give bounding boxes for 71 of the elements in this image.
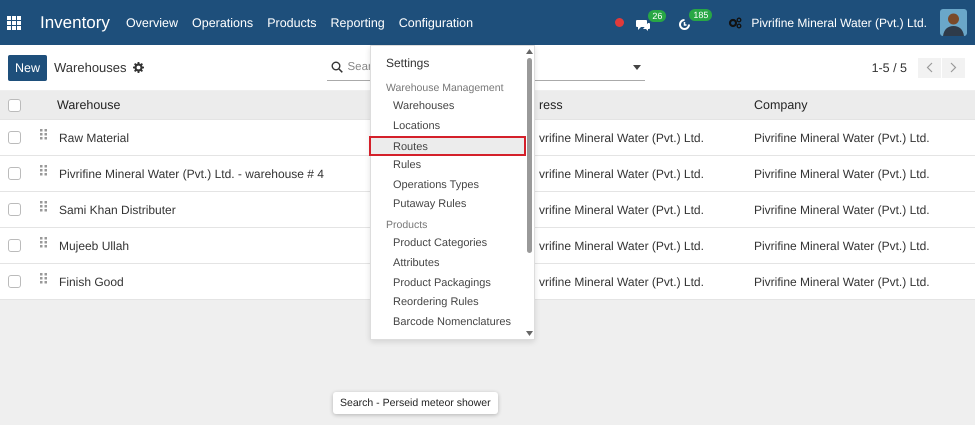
company-switcher[interactable]: Pivrifine Mineral Water (Pvt.) Ltd. <box>751 16 927 30</box>
nav-menu-item[interactable]: Reporting <box>330 16 385 30</box>
scroll-up-icon[interactable] <box>526 49 532 54</box>
menu-section-header: Products <box>385 218 428 234</box>
search-icon <box>330 61 343 73</box>
message-count-badge: 26 <box>648 10 666 22</box>
table-cell-text: Pivrifine Mineral Water (Pvt.) Ltd. <box>753 130 931 144</box>
table-cell: Pivrifine Mineral Water (Pvt.) Ltd. - warehouse # 4 <box>59 166 324 180</box>
drag-handle-icon[interactable] <box>40 201 47 212</box>
menu-item[interactable]: Routes <box>369 136 526 156</box>
pager-value[interactable]: 1-5 / 5 <box>872 60 907 74</box>
new-button[interactable]: New <box>8 54 48 80</box>
table-cell-text: vrifine Mineral Water (Pvt.) Ltd. <box>539 238 705 252</box>
column-header[interactable]: ress <box>539 98 563 112</box>
table-cell-text: Pivrifine Mineral Water (Pvt.) Ltd. <box>753 238 931 252</box>
column-header[interactable]: Warehouse <box>57 98 120 112</box>
caret-icon[interactable] <box>632 64 641 70</box>
menu-item[interactable]: Putaway Rules <box>371 195 524 216</box>
nav-menu-item[interactable]: Overview <box>126 16 178 30</box>
table-cell-text: vrifine Mineral Water (Pvt.) Ltd. <box>539 130 705 144</box>
nav-menu-item[interactable]: Operations <box>192 16 254 30</box>
menu-item[interactable]: Product Categories <box>371 234 524 254</box>
menu-item[interactable]: Locations <box>371 116 524 136</box>
table-cell: Raw Material <box>59 130 130 144</box>
tooltip: Search - Perseid meteor shower <box>333 392 498 414</box>
gears-icon[interactable] <box>728 16 742 28</box>
menu-section-header: Warehouse Management <box>385 81 505 96</box>
menu-item[interactable]: Attributes <box>371 254 524 274</box>
drag-handle-icon[interactable] <box>40 237 47 248</box>
table-cell: Mujeeb Ullah <box>59 238 130 252</box>
table-cell: Finish Good <box>59 274 124 288</box>
breadcrumb-title: Warehouses <box>54 60 127 75</box>
drag-handle-icon[interactable] <box>40 165 47 176</box>
chat-icon[interactable] <box>636 18 650 30</box>
chevron-left-icon <box>926 62 933 73</box>
row-checkbox[interactable] <box>8 239 21 252</box>
app-name[interactable]: Inventory <box>40 12 110 32</box>
row-checkbox[interactable] <box>8 131 21 144</box>
table-cell-text: Pivrifine Mineral Water (Pvt.) Ltd. <box>753 166 931 180</box>
row-checkbox[interactable] <box>8 203 21 216</box>
chevron-right-icon <box>950 62 957 73</box>
activity-count-badge: 185 <box>689 9 712 21</box>
status-dot-icon[interactable] <box>615 18 624 27</box>
scroll-down-icon[interactable] <box>526 331 532 336</box>
table-cell-text: Pivrifine Mineral Water (Pvt.) Ltd. <box>753 202 931 216</box>
select-all-checkbox[interactable] <box>8 98 21 112</box>
table-cell-text: vrifine Mineral Water (Pvt.) Ltd. <box>539 274 705 288</box>
drag-handle-icon[interactable] <box>40 273 47 284</box>
row-checkbox[interactable] <box>8 167 21 180</box>
menu-item[interactable]: Operations Types <box>371 176 524 196</box>
user-avatar-icon[interactable] <box>940 9 967 36</box>
menu-item[interactable]: Product Packagings <box>371 274 524 294</box>
menu-item[interactable]: Warehouses <box>371 97 524 117</box>
drag-handle-icon[interactable] <box>40 129 47 140</box>
previous-page-button[interactable] <box>918 58 941 78</box>
apps-menu-icon[interactable] <box>7 16 21 30</box>
table-cell-text: vrifine Mineral Water (Pvt.) Ltd. <box>539 166 705 180</box>
menu-item[interactable]: Barcode Nomenclatures <box>371 312 524 333</box>
row-checkbox[interactable] <box>8 275 21 288</box>
table-cell-text: vrifine Mineral Water (Pvt.) Ltd. <box>539 202 705 216</box>
menu-item[interactable]: Settings <box>371 54 524 73</box>
table-cell-text: Pivrifine Mineral Water (Pvt.) Ltd. <box>753 274 931 288</box>
nav-menu-item[interactable]: Products <box>267 16 317 30</box>
next-page-button[interactable] <box>942 58 965 78</box>
settings-icon[interactable] <box>132 62 144 73</box>
table-cell: Sami Khan Distributer <box>59 202 176 216</box>
menu-item[interactable]: Rules <box>371 156 524 176</box>
clock-icon[interactable] <box>678 18 692 31</box>
nav-menu-item[interactable]: Configuration <box>398 16 474 30</box>
menu-item[interactable]: Reordering Rules <box>371 293 524 313</box>
column-header[interactable]: Company <box>754 98 808 112</box>
